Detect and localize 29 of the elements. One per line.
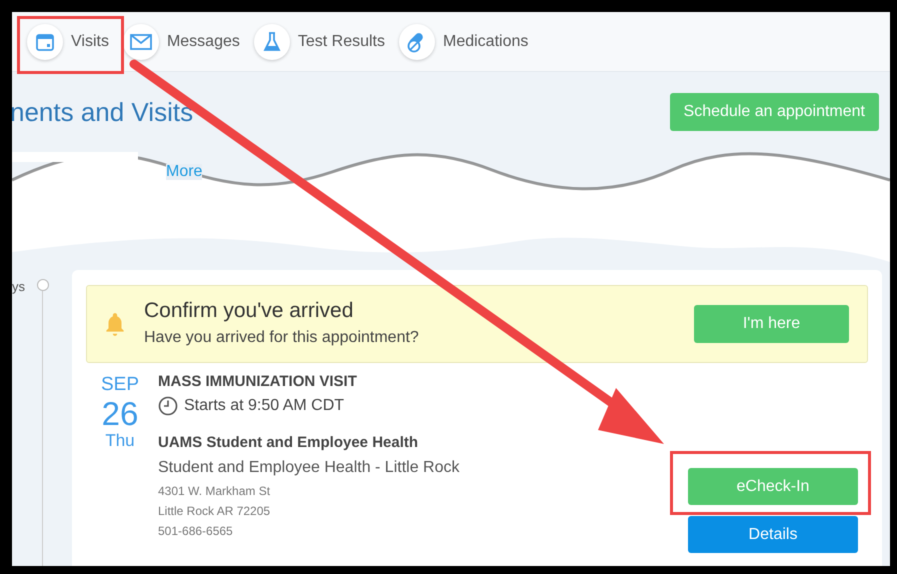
- pills-icon[interactable]: [399, 24, 435, 60]
- timeline-label: ys: [12, 278, 25, 296]
- schedule-button[interactable]: Schedule an appointment: [670, 93, 879, 131]
- visit-type: MASS IMMUNIZATION VISIT: [158, 373, 358, 392]
- envelope-icon[interactable]: [122, 24, 159, 60]
- appointment-month: SEP: [100, 373, 140, 397]
- nav-link[interactable]: Messages: [166, 30, 240, 54]
- appointment-weekday: Thu: [105, 430, 135, 451]
- calendar-icon[interactable]: [27, 24, 63, 60]
- alert-message: Have you arrived for this appointment?: [144, 328, 420, 348]
- location-name: Student and Employee Health - Little Rock: [158, 458, 460, 478]
- nav-link[interactable]: Medications: [443, 30, 528, 54]
- flask-icon[interactable]: [254, 24, 290, 60]
- more-filters-link[interactable]: More: [166, 164, 202, 180]
- alert-title: Confirm you've arrived: [144, 298, 354, 324]
- start-time: Starts at 9:50 AM CDT: [184, 396, 344, 416]
- address-line: Little Rock AR 72205: [158, 503, 272, 520]
- department-name: UAMS Student and Employee Health: [158, 432, 420, 453]
- nav-link[interactable]: Visits: [71, 30, 109, 54]
- nav-link[interactable]: Test Results: [298, 30, 385, 54]
- im-here-button[interactable]: I'm here: [694, 305, 849, 343]
- clock-icon: [158, 396, 178, 416]
- details-button[interactable]: Details: [688, 516, 858, 553]
- address-line: 4301 W. Markham St: [158, 483, 272, 500]
- appointment-day: 26: [102, 396, 138, 430]
- address-line: 501-686-6565: [158, 523, 234, 540]
- echeck-in-button[interactable]: eCheck-In: [688, 468, 858, 505]
- page-title: nents and Visits: [12, 96, 194, 128]
- timeline-marker: [37, 279, 49, 291]
